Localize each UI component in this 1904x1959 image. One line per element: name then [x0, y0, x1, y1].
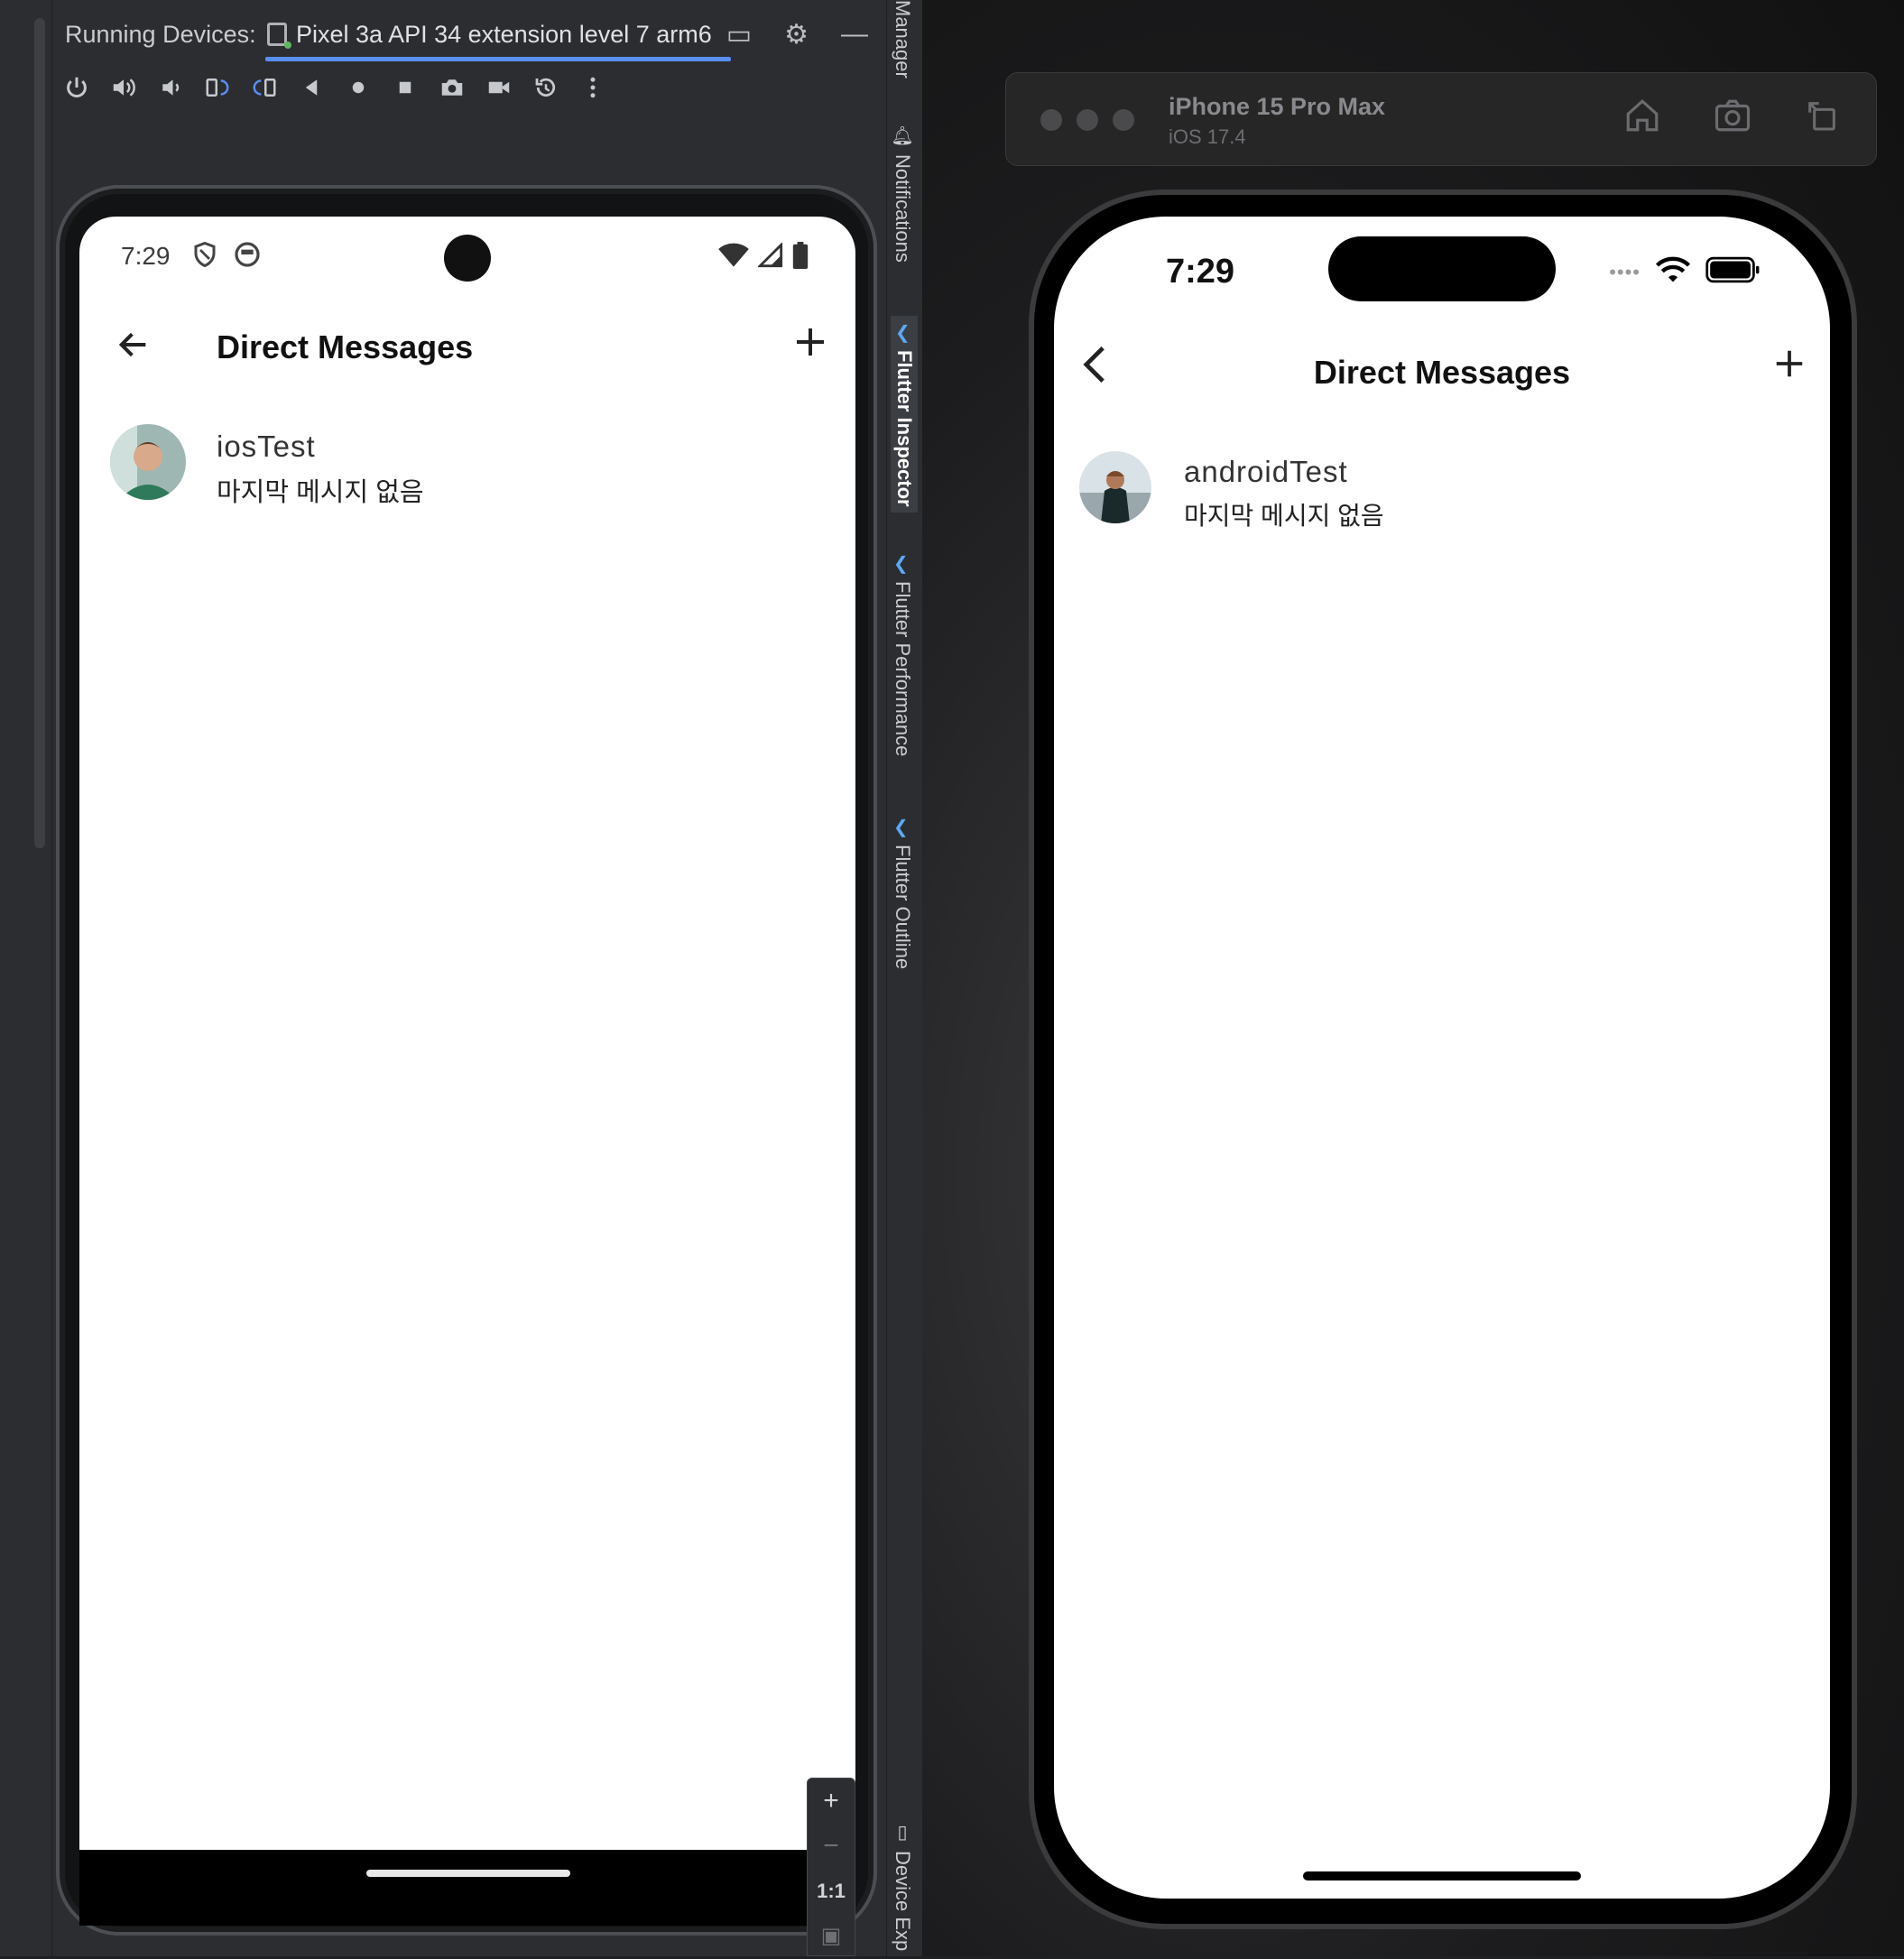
- back-icon[interactable]: [296, 72, 327, 103]
- running-devices-header: Running Devices: Pixel 3a API 34 extensi…: [52, 9, 886, 61]
- status-icons: ••••: [1609, 256, 1761, 288]
- zoom-button[interactable]: [1113, 109, 1134, 131]
- volume-up-icon[interactable]: [108, 72, 139, 103]
- zoom-fit-icon[interactable]: ▣: [808, 1914, 855, 1959]
- battery-icon: [1705, 256, 1761, 288]
- simulator-actions: [1623, 97, 1840, 143]
- device-toolbar: [61, 67, 608, 108]
- header-actions: ▭ ⚙ —: [726, 9, 868, 60]
- chat-name: androidTest: [1184, 455, 1348, 488]
- rotate-right-icon[interactable]: [249, 72, 280, 103]
- window-icon[interactable]: ▭: [726, 19, 752, 51]
- flutter-icon: ❮: [895, 323, 910, 343]
- tool-tab-notifications[interactable]: 🔔︎ Notifications: [891, 125, 914, 263]
- tool-window-strip: Manager 🔔︎ Notifications ❮ Flutter Inspe…: [886, 0, 922, 1956]
- status-time: 7:29: [121, 242, 171, 270]
- home-icon[interactable]: [343, 72, 374, 103]
- tool-tab-flutter-performance[interactable]: ❮ Flutter Performance: [891, 552, 914, 756]
- ide-left-strip: [0, 0, 52, 1956]
- tool-tab-label: Flutter Outline: [892, 845, 914, 970]
- scrollbar[interactable]: [34, 18, 45, 848]
- android-status-bar: 7:29: [79, 217, 855, 292]
- signal-dots-icon: ••••: [1609, 260, 1641, 283]
- flutter-icon: ❮: [893, 818, 909, 837]
- home-indicator[interactable]: [1303, 1871, 1581, 1880]
- tool-tab-device-explorer[interactable]: ▯ Device Exp: [891, 1821, 914, 1951]
- chat-last-message: 마지막 메시지 없음: [1184, 502, 1384, 530]
- page-title: Direct Messages: [1313, 354, 1571, 391]
- screen-record-icon[interactable]: [484, 72, 514, 103]
- zoom-in-button[interactable]: +: [808, 1779, 855, 1824]
- page-title: Direct Messages: [217, 328, 474, 365]
- avatar: [110, 424, 186, 500]
- dynamic-island: [1328, 236, 1556, 301]
- snapshot-icon[interactable]: [531, 72, 561, 103]
- status-time: 7:29: [1166, 253, 1235, 291]
- android-robot-icon: [233, 240, 262, 273]
- wifi-icon: [1655, 256, 1691, 288]
- tab-active-underline: [265, 57, 731, 61]
- running-devices-label: Running Devices:: [65, 20, 256, 48]
- window-controls: [1040, 109, 1134, 131]
- status-icons: [718, 241, 809, 273]
- flutter-icon: ❮: [893, 554, 909, 574]
- tool-tab-flutter-inspector[interactable]: ❮ Flutter Inspector: [891, 316, 918, 513]
- screenshot-icon[interactable]: [437, 72, 467, 103]
- add-conversation-icon[interactable]: [1772, 339, 1807, 392]
- camera-cutout: [444, 235, 491, 282]
- shield-icon: [191, 240, 218, 273]
- tool-tab-manager[interactable]: Manager: [891, 0, 914, 79]
- signal-icon: [756, 241, 783, 273]
- chat-name: iosTest: [217, 430, 316, 463]
- minimize-button[interactable]: [1077, 109, 1098, 131]
- simulator-device-name: iPhone 15 Pro Max: [1169, 93, 1386, 120]
- simulator-os-version: iOS 17.4: [1169, 125, 1246, 148]
- battery-icon: [792, 242, 809, 273]
- tool-tab-label: Device Exp: [892, 1851, 914, 1952]
- gear-icon[interactable]: ⚙: [784, 19, 809, 51]
- device-tab-label: Pixel 3a API 34 extension level 7 arm6: [296, 20, 712, 48]
- zoom-controls: + − 1:1 ▣: [807, 1778, 855, 1956]
- tool-tab-label: Manager: [892, 0, 914, 79]
- ide-panel: Running Devices: Pixel 3a API 34 extensi…: [0, 0, 922, 1956]
- close-button[interactable]: [1040, 109, 1062, 131]
- wifi-icon: [718, 243, 749, 273]
- minimize-icon[interactable]: —: [841, 19, 868, 50]
- zoom-out-button[interactable]: −: [808, 1824, 855, 1869]
- rotate-icon[interactable]: [1804, 97, 1840, 143]
- screenshot-icon[interactable]: [1712, 97, 1753, 143]
- overview-icon[interactable]: [390, 72, 421, 103]
- tool-tab-flutter-outline[interactable]: ❮ Flutter Outline: [891, 816, 914, 969]
- home-icon[interactable]: [1623, 97, 1661, 143]
- home-gesture-pill[interactable]: [366, 1870, 570, 1877]
- bell-icon: 🔔︎: [891, 126, 914, 146]
- device-icon: [267, 23, 291, 49]
- android-nav-bar: [79, 1850, 855, 1926]
- tool-tab-label: Notifications: [892, 154, 914, 263]
- chat-last-message: 마지막 메시지 없음: [217, 478, 424, 507]
- more-icon[interactable]: [578, 72, 608, 103]
- simulator-title-bar: iPhone 15 Pro Max iOS 17.4: [1005, 72, 1877, 166]
- tool-tab-label: Flutter Inspector: [893, 350, 916, 507]
- android-screen: 7:29 Direct Messages iosTest 마지막 메시지 없음: [79, 217, 855, 1850]
- power-icon[interactable]: [61, 72, 92, 103]
- device-icon: ▯: [897, 1823, 908, 1843]
- volume-down-icon[interactable]: [155, 72, 186, 103]
- tool-tab-label: Flutter Performance: [892, 581, 914, 757]
- back-arrow-icon[interactable]: [114, 327, 153, 373]
- zoom-actual-size-button[interactable]: 1:1: [808, 1869, 855, 1914]
- avatar: [1079, 451, 1151, 523]
- device-tab[interactable]: Pixel 3a API 34 extension level 7 arm6: [265, 9, 731, 61]
- add-conversation-icon[interactable]: [792, 318, 828, 372]
- rotate-left-icon[interactable]: [202, 72, 233, 103]
- iphone-screen: 7:29 •••• Direct Messages androidTest 마지…: [1054, 217, 1830, 1899]
